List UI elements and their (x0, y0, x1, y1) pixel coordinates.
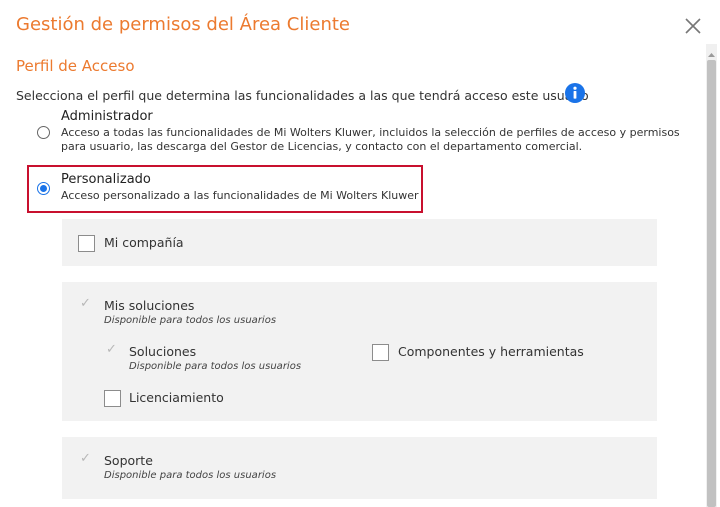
close-icon[interactable] (683, 16, 703, 36)
panel-mis-soluciones: ✓ Mis soluciones Disponible para todos l… (62, 282, 657, 421)
soporte-subtitle: Disponible para todos los usuarios (104, 470, 277, 481)
option-personalizado-label: Personalizado (61, 172, 151, 187)
panel-mi-compania: Mi compañía (62, 219, 657, 266)
soluciones-label: Soluciones (129, 344, 197, 359)
check-icon: ✓ (80, 451, 91, 466)
mis-soluciones-label: Mis soluciones (104, 298, 195, 313)
option-administrador-label: Administrador (61, 109, 153, 124)
soporte-label: Soporte (104, 453, 153, 468)
componentes-label: Componentes y herramientas (398, 344, 584, 359)
dialog-title: Gestión de permisos del Área Cliente (16, 14, 350, 35)
scrollbar[interactable] (703, 44, 719, 507)
profile-description: Selecciona el perfil que determina las f… (16, 88, 589, 103)
option-administrador-desc-line2: para usuario, las descarga del Gestor de… (61, 140, 583, 153)
scrollbar-thumb[interactable] (707, 60, 716, 507)
soluciones-subtitle: Disponible para todos los usuarios (129, 361, 302, 372)
mis-soluciones-subtitle: Disponible para todos los usuarios (104, 315, 277, 326)
section-title: Perfil de Acceso (16, 57, 135, 75)
checkbox-componentes[interactable] (372, 344, 389, 361)
option-personalizado-desc: Acceso personalizado a las funcionalidad… (61, 189, 419, 202)
option-administrador-desc-line1: Acceso a todas las funcionalidades de Mi… (61, 126, 680, 139)
info-icon[interactable] (565, 83, 585, 103)
scroll-up-icon[interactable] (706, 46, 717, 58)
panel-soporte: ✓ Soporte Disponible para todos los usua… (62, 437, 657, 499)
checkbox-mis-soluciones: ✓ (78, 296, 93, 312)
checkbox-soporte: ✓ (78, 451, 93, 467)
checkbox-soluciones: ✓ (104, 342, 119, 358)
mi-compania-label: Mi compañía (104, 235, 184, 250)
radio-administrador[interactable] (37, 126, 50, 139)
licenciamiento-label: Licenciamiento (129, 390, 224, 405)
checkbox-licenciamiento[interactable] (104, 390, 121, 407)
check-icon: ✓ (106, 342, 117, 357)
radio-personalizado[interactable] (37, 182, 50, 195)
check-icon: ✓ (80, 296, 91, 311)
checkbox-mi-compania[interactable] (78, 235, 95, 252)
